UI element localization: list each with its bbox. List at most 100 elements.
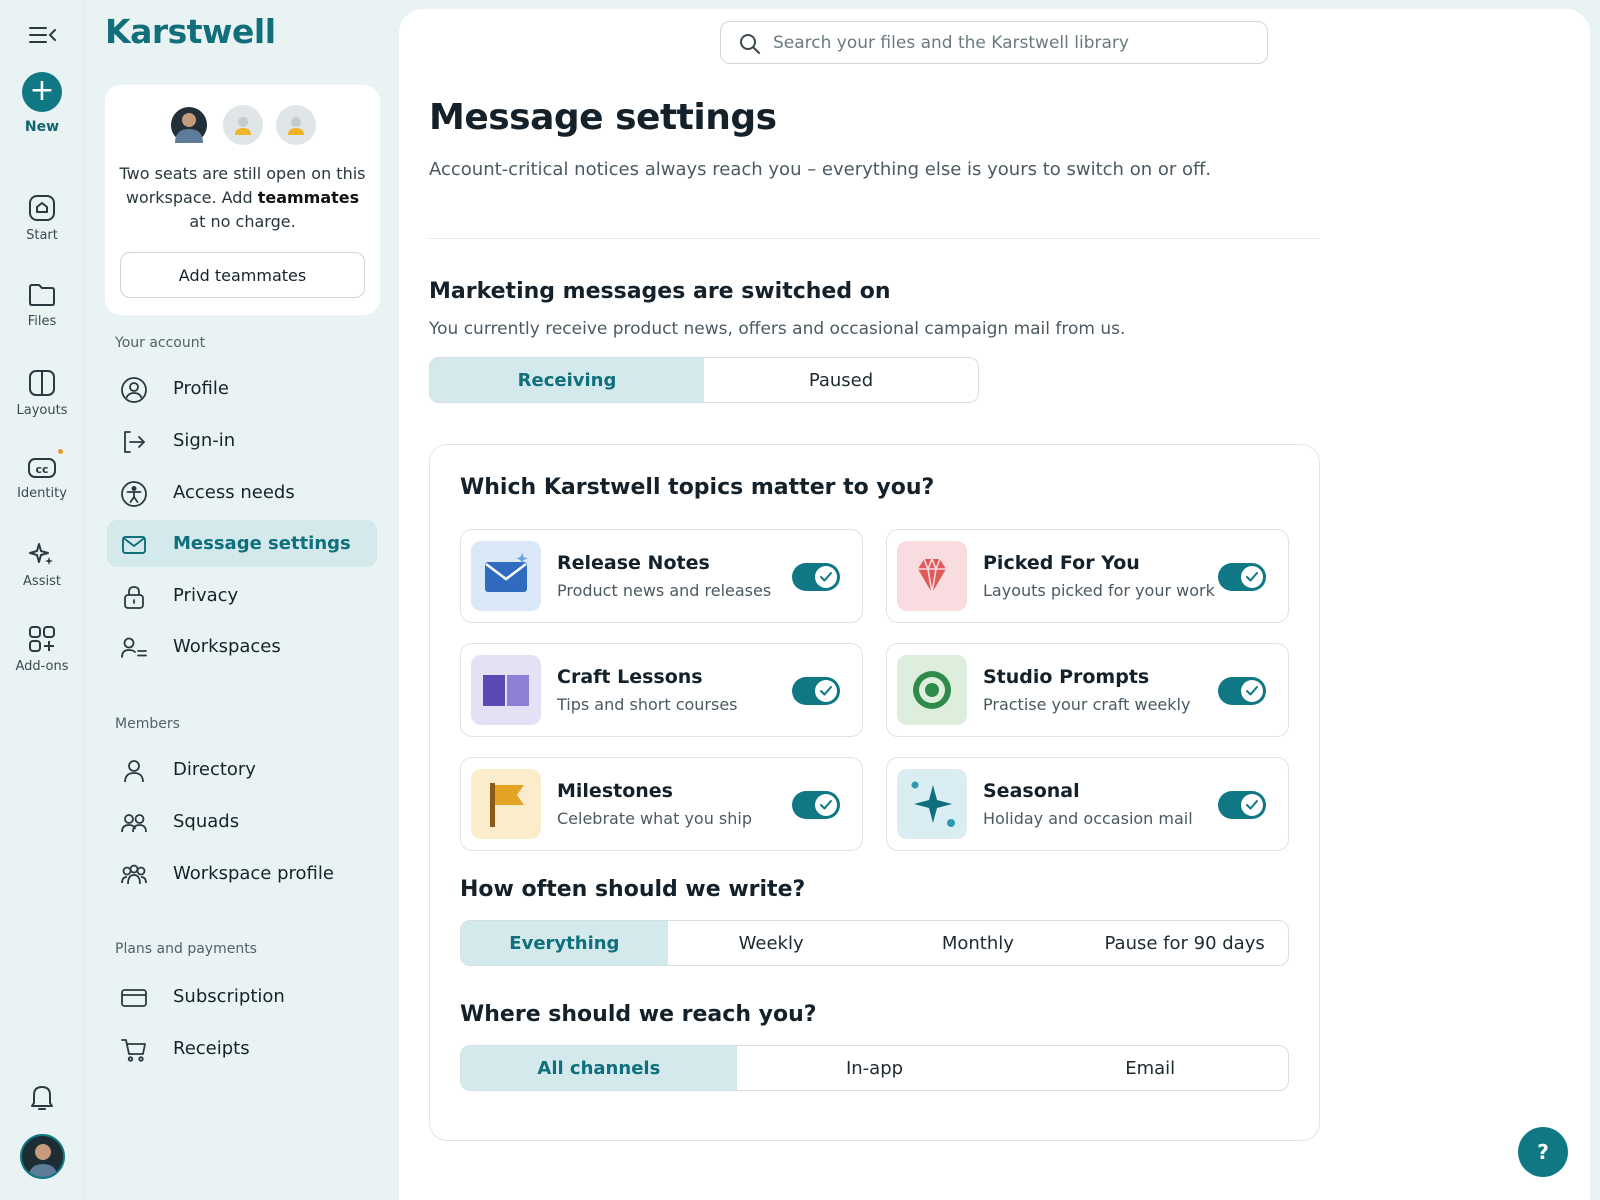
sidebar-item-sign-in[interactable]: Sign-in xyxy=(107,417,377,464)
add-ons-icon xyxy=(29,626,55,652)
topic-name: Seasonal xyxy=(983,780,1080,802)
bell-icon[interactable] xyxy=(28,1082,56,1116)
search-input[interactable] xyxy=(773,30,1253,56)
sidebar-item-label: Message settings xyxy=(173,533,351,554)
sidebar-item-workspace-profile[interactable]: Workspace profile xyxy=(107,850,377,897)
topic-name: Craft Lessons xyxy=(557,666,703,688)
frequency-option-everything[interactable]: Everything xyxy=(461,921,668,965)
credit-card-icon xyxy=(121,989,147,1007)
topic-card-craft-lessons: Craft Lessons Tips and short courses xyxy=(460,643,863,737)
help-button[interactable]: ? xyxy=(1518,1127,1568,1177)
check-icon xyxy=(815,794,837,816)
open-seats-message: Two seats are still open on this workspa… xyxy=(119,162,366,234)
check-icon xyxy=(815,566,837,588)
member-avatar xyxy=(169,105,210,145)
sidebar-item-label: Access needs xyxy=(173,482,295,503)
new-button[interactable]: + xyxy=(22,72,62,112)
new-label: New xyxy=(24,119,60,135)
open-seat-icon xyxy=(222,105,263,145)
rail-item-identity[interactable]: cc Identity xyxy=(0,456,84,501)
brand-logo[interactable]: Karstwell xyxy=(105,12,276,51)
group-title-your-account: Your account xyxy=(115,335,206,351)
rail-item-assist[interactable]: Assist xyxy=(0,540,84,589)
settings-sidebar: Karstwell Two seats are still open on th… xyxy=(84,0,398,1200)
sidebar-item-label: Squads xyxy=(173,811,240,832)
gem-icon xyxy=(897,541,967,611)
check-icon xyxy=(1241,566,1263,588)
sidebar-item-label: Receipts xyxy=(173,1038,250,1059)
cart-icon xyxy=(121,1039,146,1062)
topic-description: Tips and short courses xyxy=(557,695,738,714)
sidebar-item-access-needs[interactable]: Access needs xyxy=(107,469,377,516)
frequency-option-pause[interactable]: Pause for 90 days xyxy=(1081,921,1288,965)
user-avatar[interactable] xyxy=(20,1134,65,1179)
sidebar-item-label: Privacy xyxy=(173,585,239,606)
topic-card-milestones: Milestones Celebrate what you ship xyxy=(460,757,863,851)
channel-option-email[interactable]: Email xyxy=(1012,1046,1288,1090)
open-seats-card: Two seats are still open on this workspa… xyxy=(105,85,380,315)
open-seat-icon xyxy=(275,105,316,145)
main-panel: Message settings Account-critical notice… xyxy=(399,9,1590,1200)
topic-card-release-notes: Release Notes Product news and releases xyxy=(460,529,863,623)
marketing-subtitle: You currently receive product news, offe… xyxy=(429,319,1126,339)
rail-item-files[interactable]: Files xyxy=(0,282,84,329)
topics-title: Which Karstwell topics matter to you? xyxy=(460,475,935,500)
rail-label-files: Files xyxy=(27,314,57,329)
envelope-icon xyxy=(471,541,541,611)
layouts-icon xyxy=(29,370,55,396)
frequency-option-monthly[interactable]: Monthly xyxy=(875,921,1082,965)
sidebar-item-profile[interactable]: Profile xyxy=(107,365,377,412)
svg-text:cc: cc xyxy=(35,463,48,476)
search-icon xyxy=(740,34,760,54)
rail-item-start[interactable]: Start xyxy=(0,194,84,243)
accessibility-icon xyxy=(121,481,147,507)
topic-toggle-milestones[interactable] xyxy=(792,791,840,819)
topic-toggle-seasonal[interactable] xyxy=(1218,791,1266,819)
preferences-panel: Which Karstwell topics matter to you? Re… xyxy=(429,444,1320,1141)
rail-item-layouts[interactable]: Layouts xyxy=(0,369,84,418)
channel-option-all[interactable]: All channels xyxy=(461,1046,737,1090)
sidebar-item-squads[interactable]: Squads xyxy=(107,798,377,845)
frequency-selector: Everything Weekly Monthly Pause for 90 d… xyxy=(460,920,1289,966)
rail-label-identity: Identity xyxy=(17,486,67,501)
notification-dot xyxy=(58,449,63,454)
search-bar[interactable] xyxy=(720,21,1268,64)
topic-toggle-studio-prompts[interactable] xyxy=(1218,677,1266,705)
add-teammates-button[interactable]: Add teammates xyxy=(120,252,365,298)
page-title: Message settings xyxy=(429,97,777,138)
page-subtitle: Account-critical notices always reach yo… xyxy=(429,159,1212,180)
channel-option-in-app[interactable]: In-app xyxy=(737,1046,1013,1090)
sparkle-icon xyxy=(897,769,967,839)
sidebar-item-subscription[interactable]: Subscription xyxy=(107,973,377,1020)
topic-card-studio-prompts: Studio Prompts Practise your craft weekl… xyxy=(886,643,1289,737)
topic-description: Holiday and occasion mail xyxy=(983,809,1193,828)
topic-name: Studio Prompts xyxy=(983,666,1150,688)
sidebar-item-label: Workspaces xyxy=(173,636,281,657)
check-icon xyxy=(815,680,837,702)
collapse-menu-icon[interactable] xyxy=(28,22,58,48)
check-icon xyxy=(1241,680,1263,702)
rail-item-add-ons[interactable]: Add-ons xyxy=(0,625,84,674)
group-title-members: Members xyxy=(115,716,180,732)
group-icon xyxy=(121,864,147,885)
seat-text-bold: teammates xyxy=(257,188,360,207)
sidebar-item-receipts[interactable]: Receipts xyxy=(107,1025,377,1072)
book-icon xyxy=(471,655,541,725)
topic-toggle-craft-lessons[interactable] xyxy=(792,677,840,705)
target-icon xyxy=(897,655,967,725)
sidebar-item-directory[interactable]: Directory xyxy=(107,746,377,793)
folder-icon xyxy=(29,284,55,306)
topic-name: Picked For You xyxy=(983,552,1140,574)
marketing-option-paused[interactable]: Paused xyxy=(704,358,978,402)
seat-avatars xyxy=(105,105,380,145)
sidebar-item-privacy[interactable]: Privacy xyxy=(107,572,377,619)
sidebar-item-workspaces[interactable]: Workspaces xyxy=(107,623,377,670)
frequency-title: How often should we write? xyxy=(460,877,806,902)
people-icon xyxy=(121,814,147,833)
frequency-option-weekly[interactable]: Weekly xyxy=(668,921,875,965)
marketing-option-receiving[interactable]: Receiving xyxy=(430,358,704,402)
sidebar-item-message-settings[interactable]: Message settings xyxy=(107,520,377,567)
topic-toggle-picked-for-you[interactable] xyxy=(1218,563,1266,591)
topic-toggle-release-notes[interactable] xyxy=(792,563,840,591)
divider xyxy=(429,238,1319,239)
